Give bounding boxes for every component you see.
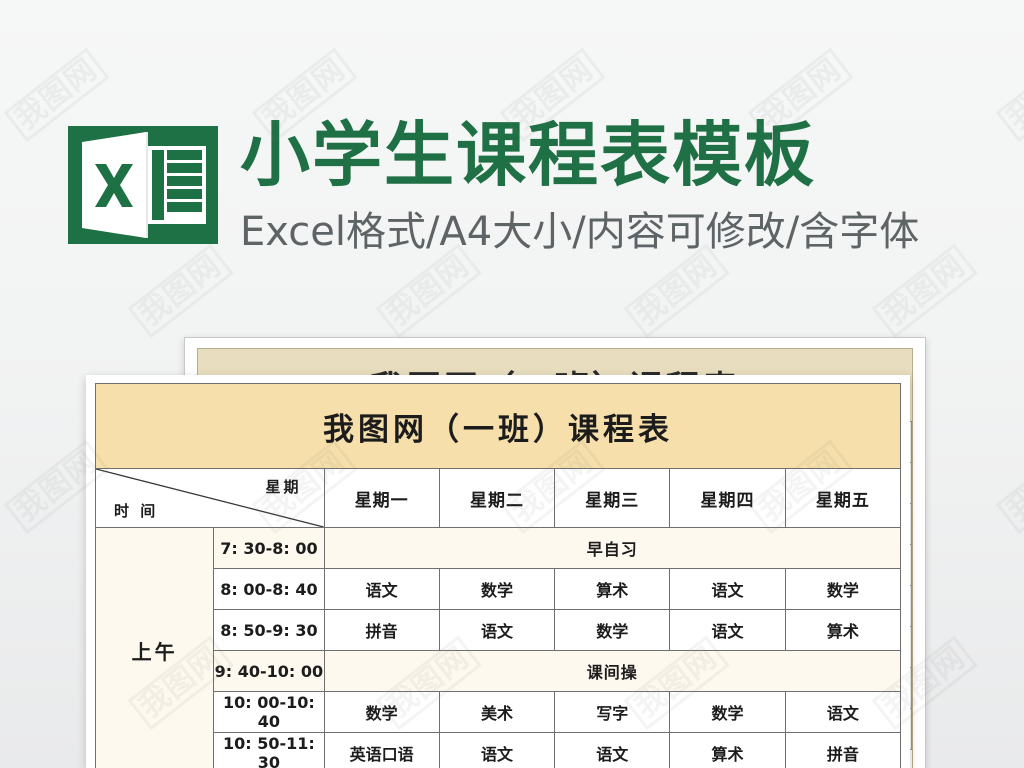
half-day-label: 上午 xyxy=(94,527,215,768)
period-time: 10: 00-10: 40 xyxy=(213,691,325,733)
period-time: 8: 00-8: 40 xyxy=(213,568,325,610)
hero-text-block: 小学生课程表模板 Excel格式/A4大小/内容可修改/含字体 xyxy=(240,112,1000,258)
break-activity-label: 课间操 xyxy=(323,650,902,692)
hero-banner: 小学生课程表模板 Excel格式/A4大小/内容可修改/含字体 xyxy=(0,0,1024,300)
watermark-text: 我图网 xyxy=(995,439,1024,534)
subject-cell: 英语口语 xyxy=(323,732,440,768)
table-title-row: 我图网（一班）课程表 xyxy=(95,383,901,469)
table-row: 10: 50-11: 30 英语口语 语文 语文 算术 拼音 xyxy=(96,732,902,768)
excel-logo-icon xyxy=(68,126,218,244)
table-header-row: 星期 时 间 星期一 星期二 星期三 星期四 星期五 xyxy=(95,468,902,528)
column-header-day-1: 星期一 xyxy=(323,468,440,528)
subject-cell: 拼音 xyxy=(784,732,902,768)
schedule-table: 我图网（一班）课程表 星期 时 间 星期一 星期二 星期三 星期四 星期五 上午… xyxy=(94,383,902,768)
subject-cell: 数学 xyxy=(323,691,440,733)
diagonal-header-cell: 星期 时 间 xyxy=(95,468,325,528)
column-header-day-3: 星期三 xyxy=(554,468,671,528)
break-activity-label: 早自习 xyxy=(323,527,902,569)
column-header-day-2: 星期二 xyxy=(438,468,556,528)
page-title: 小学生课程表模板 xyxy=(240,114,816,196)
table-row: 9: 40-10: 00 课间操 xyxy=(96,650,902,692)
subject-cell: 数学 xyxy=(784,568,902,610)
table-row: 10: 00-10: 40 数学 美术 写字 数学 语文 xyxy=(96,691,902,733)
subject-cell: 语文 xyxy=(554,732,671,768)
subject-cell: 算术 xyxy=(669,732,786,768)
subject-cell: 语文 xyxy=(438,732,556,768)
table-row: 上午 7: 30-8: 00 早自习 xyxy=(94,527,902,768)
subject-cell: 数学 xyxy=(669,691,786,733)
subject-cell: 写字 xyxy=(554,691,671,733)
subject-cell: 数学 xyxy=(554,609,671,651)
subject-cell: 语文 xyxy=(784,691,902,733)
subject-cell: 语文 xyxy=(438,609,556,651)
subject-cell: 数学 xyxy=(438,568,556,610)
subject-cell: 语文 xyxy=(669,609,786,651)
period-time: 7: 30-8: 00 xyxy=(213,527,325,569)
schedule-document-sheet: 我图网（一班）课程表 星期 时 间 星期一 星期二 星期三 星期四 星期五 上午… xyxy=(86,375,910,768)
page-background: 我图网（一班）课程表 星期 时 间 星期一 星期二 星期三 星期四 星期五 上午… xyxy=(0,0,1024,768)
table-row: 8: 00-8: 40 语文 数学 算术 语文 数学 xyxy=(96,568,902,610)
table-title: 我图网（一班）课程表 xyxy=(95,383,901,469)
table-row: 8: 50-9: 30 拼音 语文 数学 语文 算术 xyxy=(96,609,902,651)
column-header-day-4: 星期四 xyxy=(669,468,786,528)
subject-cell: 语文 xyxy=(669,568,786,610)
column-header-day-5: 星期五 xyxy=(784,468,902,528)
period-time: 9: 40-10: 00 xyxy=(213,650,325,692)
period-time: 10: 50-11: 30 xyxy=(213,732,325,768)
subject-cell: 算术 xyxy=(554,568,671,610)
header-weekday-label: 星期 xyxy=(265,478,302,496)
subject-cell: 算术 xyxy=(784,609,902,651)
subject-cell: 语文 xyxy=(323,568,440,610)
subject-cell: 拼音 xyxy=(323,609,440,651)
subject-cell: 美术 xyxy=(438,691,556,733)
header-time-label: 时 间 xyxy=(114,502,159,520)
page-subtitle: Excel格式/A4大小/内容可修改/含字体 xyxy=(240,208,920,255)
period-time: 8: 50-9: 30 xyxy=(213,609,325,651)
